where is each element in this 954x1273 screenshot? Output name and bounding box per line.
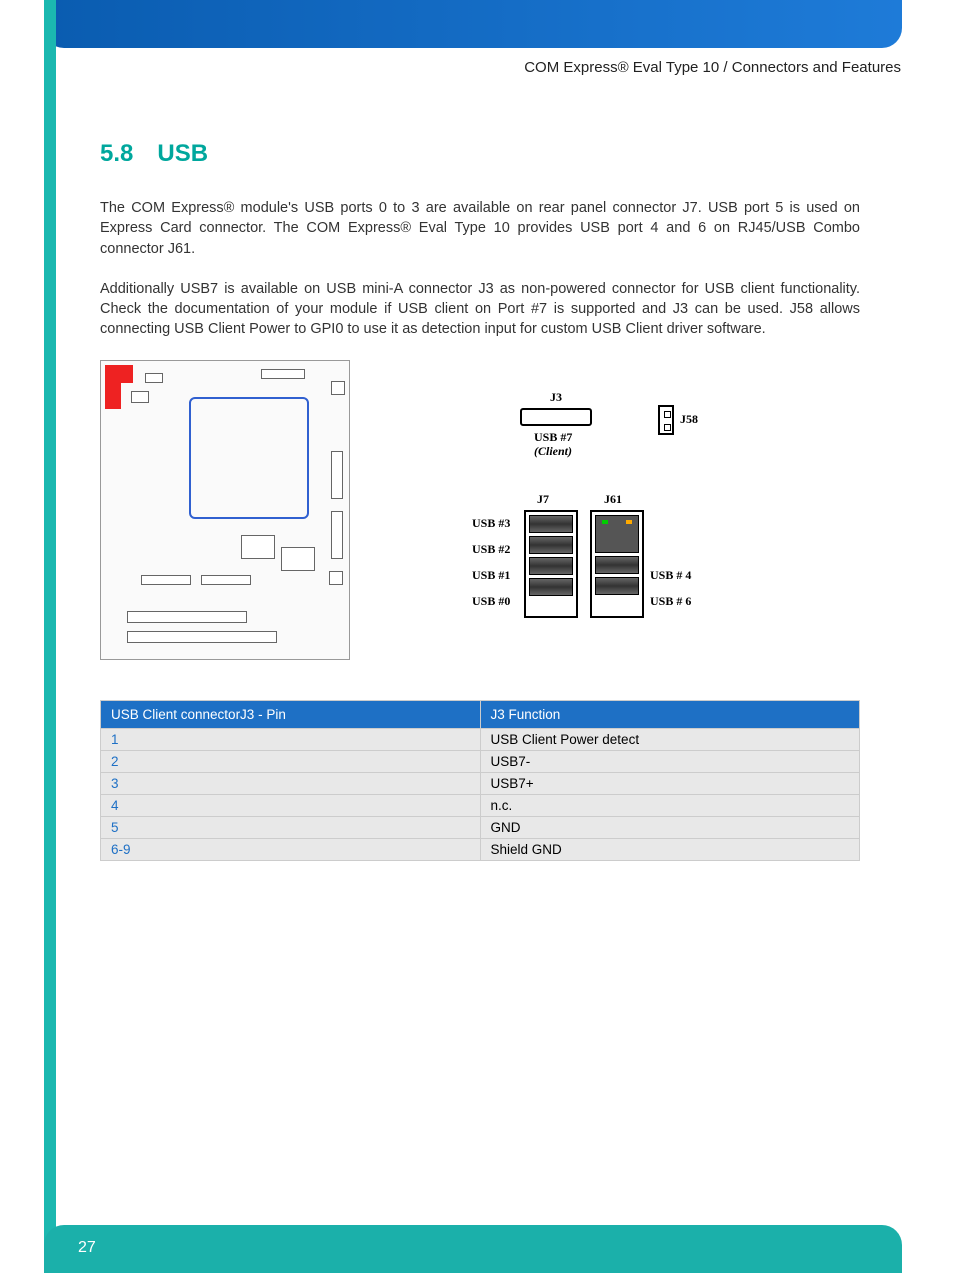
j7-port-label: USB #3 bbox=[472, 516, 510, 531]
section-heading: 5.8 USB bbox=[100, 140, 860, 168]
table: USB Client connectorJ3 - Pin J3 Function… bbox=[100, 700, 860, 861]
table-row: 6-9Shield GND bbox=[101, 838, 860, 860]
section-title: USB bbox=[157, 140, 208, 167]
usb-port-icon bbox=[529, 536, 573, 554]
j61-stack bbox=[590, 510, 644, 618]
main-content: 5.8 USB The COM Express® module's USB por… bbox=[100, 140, 860, 861]
usb-port-icon bbox=[595, 577, 639, 595]
j61-label: J61 bbox=[604, 492, 622, 507]
j3-label: J3 bbox=[550, 390, 562, 405]
j3-sub2: (Client) bbox=[534, 444, 572, 459]
paragraph-1: The COM Express® module's USB ports 0 to… bbox=[100, 198, 860, 259]
j58-connector-icon bbox=[658, 405, 674, 435]
table-row: 2USB7- bbox=[101, 750, 860, 772]
section-number: 5.8 bbox=[100, 140, 133, 167]
footer-band: 27 bbox=[44, 1225, 902, 1273]
usb-port-icon bbox=[529, 557, 573, 575]
rj45-icon bbox=[595, 515, 639, 553]
usb-port-icon bbox=[529, 515, 573, 533]
j7-port-label: USB #0 bbox=[472, 594, 510, 609]
figures-row: J3 USB #7 (Client) J58 J7 J61 USB #3 USB… bbox=[100, 360, 860, 660]
table-header: J3 Function bbox=[480, 700, 860, 728]
j58-label: J58 bbox=[680, 412, 698, 427]
table-row: 1USB Client Power detect bbox=[101, 728, 860, 750]
usb-port-icon bbox=[595, 556, 639, 574]
connector-diagram: J3 USB #7 (Client) J58 J7 J61 USB #3 USB… bbox=[470, 390, 790, 650]
table-body: 1USB Client Power detect 2USB7- 3USB7+ 4… bbox=[101, 728, 860, 860]
table-header: USB Client connectorJ3 - Pin bbox=[101, 700, 481, 728]
pin-table: USB Client connectorJ3 - Pin J3 Function… bbox=[100, 700, 860, 861]
j7-port-label: USB #1 bbox=[472, 568, 510, 583]
j7-stack bbox=[524, 510, 578, 618]
board-diagram bbox=[100, 360, 350, 660]
j3-sub1: USB #7 bbox=[534, 430, 572, 445]
page-number: 27 bbox=[78, 1239, 96, 1256]
usb-port-icon bbox=[529, 578, 573, 596]
usb-mini-connector-icon bbox=[520, 408, 592, 426]
header-band bbox=[44, 0, 902, 48]
table-row: 5GND bbox=[101, 816, 860, 838]
breadcrumb: COM Express® Eval Type 10 / Connectors a… bbox=[524, 59, 901, 76]
left-stripe bbox=[44, 0, 56, 1273]
j61-port-label: USB # 6 bbox=[650, 594, 691, 609]
table-row: 4n.c. bbox=[101, 794, 860, 816]
j61-port-label: USB # 4 bbox=[650, 568, 691, 583]
j7-port-label: USB #2 bbox=[472, 542, 510, 557]
j7-label: J7 bbox=[537, 492, 549, 507]
table-row: 3USB7+ bbox=[101, 772, 860, 794]
paragraph-2: Additionally USB7 is available on USB mi… bbox=[100, 279, 860, 340]
